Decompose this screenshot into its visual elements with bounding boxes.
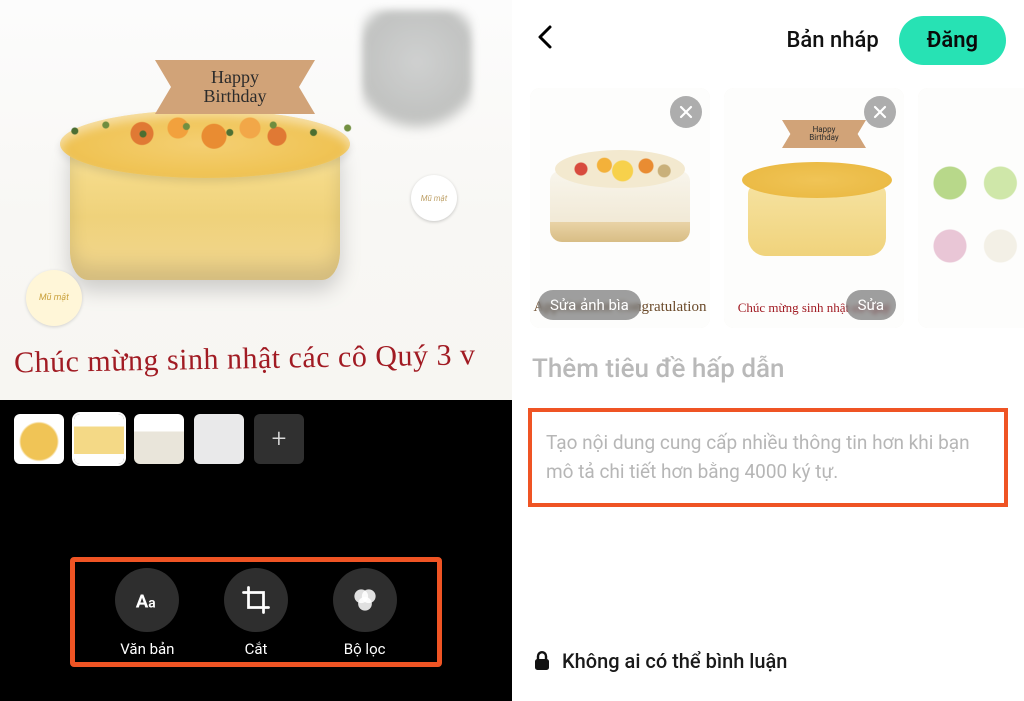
crop-tool-label: Cắt [245, 640, 268, 658]
edit-image-badge[interactable]: Sửa [846, 290, 896, 320]
gallery-item-2[interactable]: HappyBirthday Chúc mừng sinh nhật cô Quý… [724, 88, 904, 328]
gallery-item-1[interactable]: Appointment Congratulation Sửa ảnh bìa [530, 88, 710, 328]
comment-permission-label: Không ai có thể bình luận [562, 649, 787, 673]
lock-icon [532, 650, 552, 672]
crop-icon [241, 585, 271, 615]
publish-button[interactable]: Đăng [899, 16, 1006, 65]
post-composer-panel: Bản nháp Đăng Appointment Congratulation… [512, 0, 1024, 701]
text-icon: A a [132, 585, 162, 615]
filter-tool-label: Bộ lọc [344, 640, 386, 658]
comment-permission-row[interactable]: Không ai có thể bình luận [512, 633, 1024, 691]
svg-text:a: a [149, 596, 156, 612]
thumbnail-4[interactable] [194, 414, 244, 464]
draft-button[interactable]: Bản nháp [787, 28, 879, 53]
thumbnail-3[interactable] [134, 414, 184, 464]
thumbnail-1[interactable] [14, 414, 64, 464]
gallery-image-2 [742, 134, 892, 266]
add-image-button[interactable]: + [254, 414, 304, 464]
edit-tools-highlight: A a Văn bản Cắt [70, 557, 442, 667]
close-icon [873, 105, 887, 119]
gallery-image-3 [922, 138, 1024, 288]
thumbnail-2[interactable] [74, 414, 124, 464]
text-tool-label: Văn bản [120, 640, 174, 658]
background-figure [362, 10, 472, 140]
description-input[interactable]: Tạo nội dung cung cấp nhiều thông tin hơ… [528, 408, 1008, 507]
image-editor-panel: HappyBirthday Mũ mật Mũ mật Chúc mừng si… [0, 0, 512, 701]
title-input[interactable]: Thêm tiêu đề hấp dẫn [512, 336, 1024, 390]
gallery-image-2-sign: HappyBirthday [782, 120, 866, 148]
remove-image-1-button[interactable] [670, 96, 702, 128]
composer-topbar: Bản nháp Đăng [512, 0, 1024, 80]
crop-tool[interactable]: Cắt [224, 568, 288, 658]
svg-text:A: A [136, 591, 149, 613]
chevron-left-icon [536, 23, 556, 51]
image-preview[interactable]: HappyBirthday Mũ mật Mũ mật Chúc mừng si… [0, 0, 512, 400]
back-button[interactable] [530, 19, 562, 61]
edit-cover-badge[interactable]: Sửa ảnh bìa [538, 290, 641, 320]
gallery-item-3[interactable] [918, 88, 1024, 328]
cake-sign: HappyBirthday [155, 60, 315, 114]
editor-strip: + A a Văn bản Cắt [0, 400, 512, 701]
box-brand-logo: Mũ mật [26, 270, 82, 326]
cake-illustration: HappyBirthday [60, 60, 350, 290]
filter-icon [350, 585, 380, 615]
remove-image-2-button[interactable] [864, 96, 896, 128]
text-tool[interactable]: A a Văn bản [115, 568, 179, 658]
thumbnail-row: + [14, 414, 498, 464]
filter-tool[interactable]: Bộ lọc [333, 568, 397, 658]
selected-images-gallery[interactable]: Appointment Congratulation Sửa ảnh bìa H… [512, 80, 1024, 336]
close-icon [679, 105, 693, 119]
brand-logo: Mũ mật [411, 175, 457, 221]
